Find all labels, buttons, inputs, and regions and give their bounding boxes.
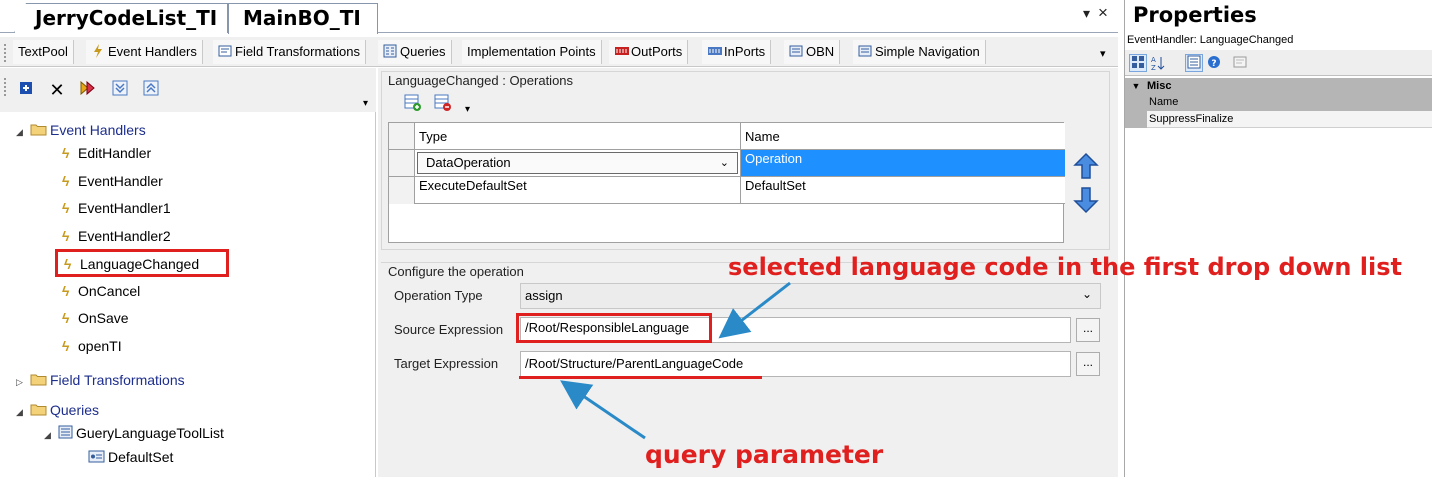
arrow-to-target xyxy=(560,380,646,440)
arrow-to-source xyxy=(718,281,791,339)
annotation-arrows xyxy=(560,281,791,440)
